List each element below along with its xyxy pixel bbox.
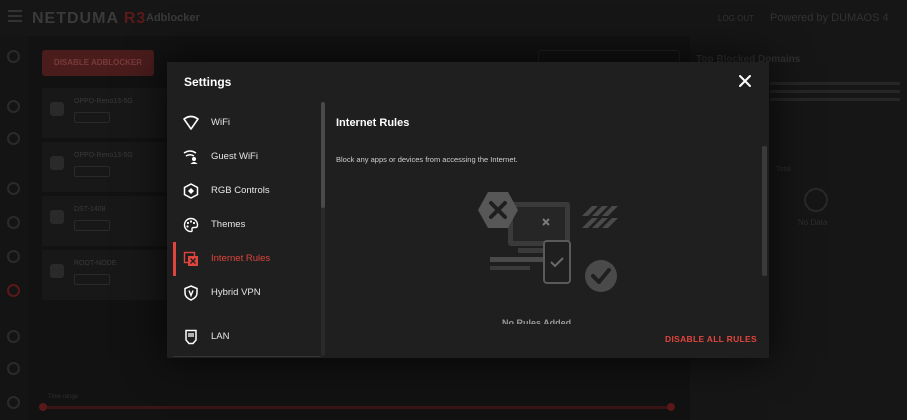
shield-icon bbox=[184, 285, 198, 301]
powered-by: Powered by DUMAOS 4 bbox=[770, 12, 889, 24]
device-icon bbox=[50, 102, 64, 116]
device-icon bbox=[50, 264, 64, 278]
settings-icon[interactable] bbox=[7, 396, 20, 409]
slider-handle-start[interactable] bbox=[39, 403, 47, 411]
total-label: Total bbox=[776, 166, 791, 173]
nav-item-themes[interactable]: Themes bbox=[173, 208, 323, 242]
content-scrollbar[interactable] bbox=[762, 146, 767, 358]
device-name: ROOT-NODE bbox=[74, 260, 117, 267]
rgb-controls-icon bbox=[183, 183, 199, 199]
wifi-icon bbox=[183, 115, 199, 130]
settings-modal: Settings WiFi Guest WiFi RGB Controls Th… bbox=[167, 62, 769, 358]
guest-wifi-icon bbox=[183, 150, 198, 164]
top-bar: NETDUMA R3 Adblocker LOG OUT Powered by … bbox=[0, 0, 907, 36]
nav-label: LAN bbox=[211, 331, 230, 342]
device-row[interactable]: DST-1408 bbox=[42, 196, 172, 246]
device-row[interactable]: ROOT-NODE bbox=[42, 250, 172, 300]
device-icon bbox=[50, 156, 64, 170]
nav-label: Hybrid VPN bbox=[211, 287, 261, 298]
sidebar-rail bbox=[0, 36, 28, 420]
nav-item-rgb-controls[interactable]: RGB Controls bbox=[173, 174, 323, 208]
status-badge bbox=[74, 220, 110, 231]
notifications-icon[interactable] bbox=[7, 362, 20, 375]
menu-icon[interactable] bbox=[8, 10, 22, 22]
content-title: Internet Rules bbox=[336, 117, 410, 129]
nav-label: Themes bbox=[211, 219, 246, 230]
device-name: DST-1408 bbox=[74, 206, 106, 213]
nav-label: WiFi bbox=[211, 117, 230, 128]
slider-handle-end[interactable] bbox=[667, 403, 675, 411]
adblocker-icon[interactable] bbox=[7, 284, 20, 297]
content-scroll-thumb[interactable] bbox=[762, 146, 767, 276]
geo-filter-icon[interactable] bbox=[7, 100, 20, 113]
brand-logo: NETDUMA R3 bbox=[32, 10, 147, 27]
content-description: Block any apps or devices from accessing… bbox=[336, 155, 518, 164]
nav-item-hybrid-vpn[interactable]: Hybrid VPN bbox=[173, 276, 323, 310]
time-range-slider[interactable] bbox=[39, 403, 675, 411]
disable-all-rules-button[interactable]: DISABLE ALL RULES bbox=[665, 334, 757, 344]
nav-scroll-thumb[interactable] bbox=[321, 102, 325, 208]
nav-scrollbar[interactable] bbox=[321, 102, 325, 356]
home-icon[interactable] bbox=[7, 50, 20, 63]
status-badge bbox=[74, 166, 110, 177]
nav-item-lan[interactable]: LAN bbox=[173, 320, 323, 354]
nav-item-internet-rules[interactable]: Internet Rules bbox=[173, 242, 323, 276]
status-badge bbox=[74, 274, 110, 285]
close-button[interactable] bbox=[736, 72, 754, 90]
close-icon bbox=[739, 75, 751, 87]
nav-item-wifi[interactable]: WiFi bbox=[173, 106, 323, 140]
nav-label: RGB Controls bbox=[211, 185, 270, 196]
device-row[interactable]: OPPO-Reno13-5G bbox=[42, 88, 172, 138]
device-manager-icon[interactable] bbox=[7, 132, 20, 145]
logout-link[interactable]: LOG OUT bbox=[718, 14, 754, 23]
modal-title: Settings bbox=[184, 75, 232, 89]
no-data-label: No Data bbox=[798, 218, 828, 227]
speed-test-icon[interactable] bbox=[7, 330, 20, 343]
app-name: Adblocker bbox=[146, 12, 200, 24]
disable-adblocker-button[interactable]: DISABLE ADBLOCKER bbox=[42, 50, 154, 76]
internet-rules-icon bbox=[183, 251, 198, 266]
device-name: OPPO-Reno13-5G bbox=[74, 152, 133, 159]
palette-icon bbox=[183, 217, 199, 233]
nav-label: Guest WiFi bbox=[211, 151, 258, 162]
settings-nav: WiFi Guest WiFi RGB Controls Themes Inte… bbox=[167, 102, 327, 358]
device-name: OPPO-Reno13-5G bbox=[74, 98, 133, 105]
nav-item-guest-wifi[interactable]: Guest WiFi bbox=[173, 140, 323, 174]
qos-icon[interactable] bbox=[7, 182, 20, 195]
status-badge bbox=[74, 112, 110, 123]
nav-divider bbox=[173, 356, 321, 357]
lan-icon bbox=[185, 329, 197, 345]
no-data-icon bbox=[804, 188, 828, 212]
slider-label: Time range bbox=[48, 394, 79, 400]
ping-heatmap-icon[interactable] bbox=[7, 216, 20, 229]
no-rules-illustration bbox=[478, 192, 618, 292]
panel-description bbox=[770, 82, 900, 102]
empty-state-label: No Rules Added bbox=[502, 318, 572, 324]
device-row[interactable]: OPPO-Reno13-5G bbox=[42, 142, 172, 192]
device-icon bbox=[50, 210, 64, 224]
network-monitor-icon[interactable] bbox=[7, 250, 20, 263]
nav-label: Internet Rules bbox=[211, 253, 271, 264]
